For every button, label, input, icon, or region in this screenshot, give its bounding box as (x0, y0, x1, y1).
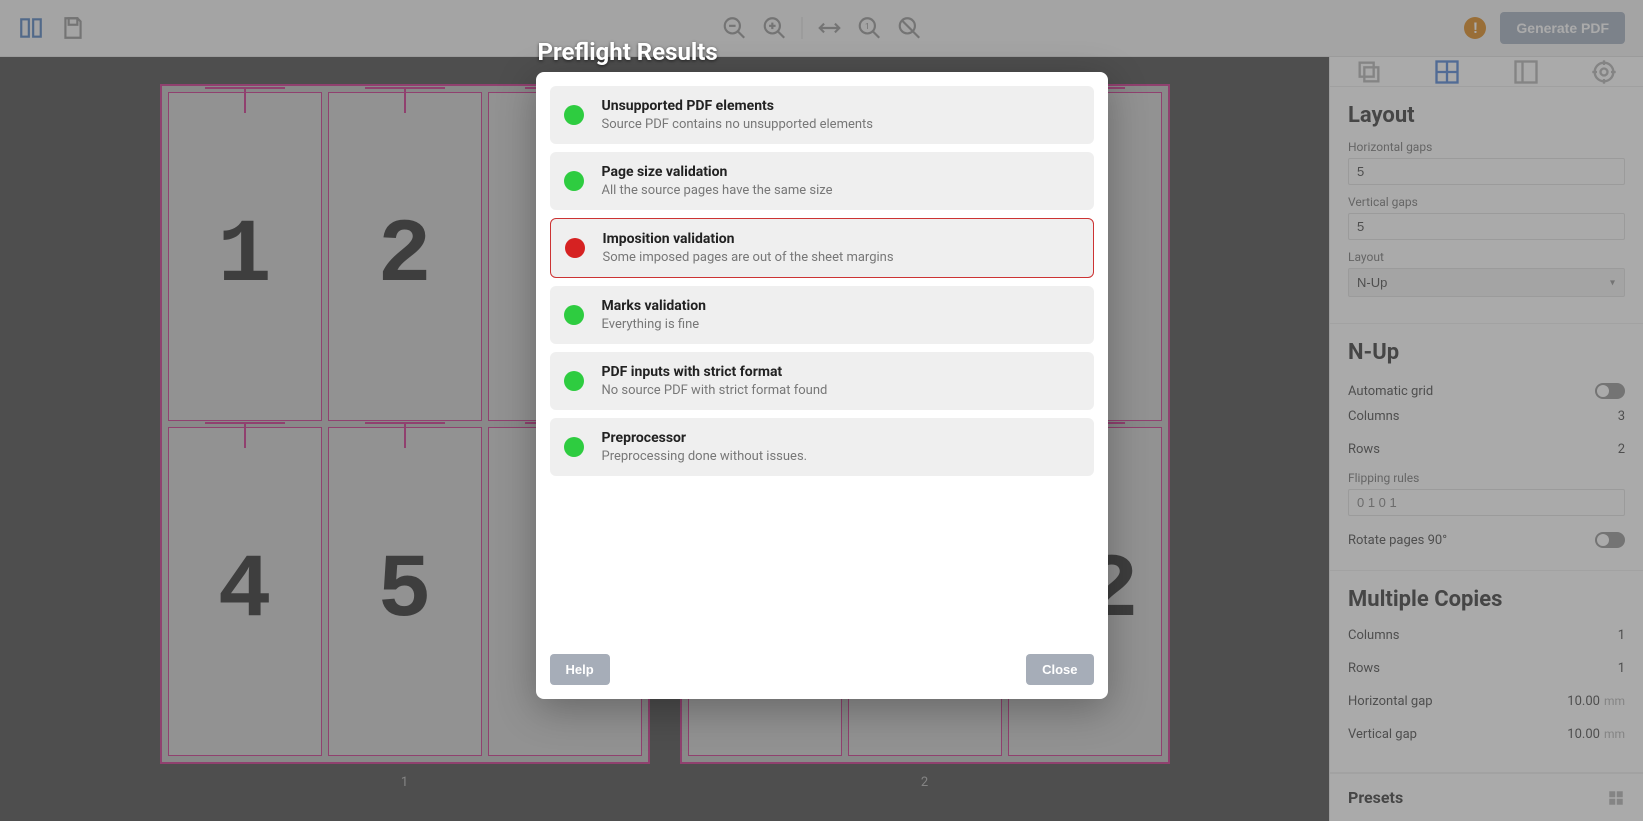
preflight-result-row[interactable]: Preprocessor Preprocessing done without i… (550, 418, 1094, 476)
results-list: Unsupported PDF elements Source PDF conta… (550, 86, 1094, 484)
status-ok-icon (564, 171, 584, 191)
result-title: PDF inputs with strict format (602, 364, 828, 380)
result-title: Page size validation (602, 164, 833, 180)
modal-title: Preflight Results (536, 38, 1108, 66)
result-subtitle: Some imposed pages are out of the sheet … (603, 250, 894, 265)
result-subtitle: Source PDF contains no unsupported eleme… (602, 117, 874, 132)
result-subtitle: All the source pages have the same size (602, 183, 833, 198)
preflight-modal: Unsupported PDF elements Source PDF conta… (536, 72, 1108, 699)
status-ok-icon (564, 371, 584, 391)
modal-overlay[interactable]: Preflight Results Unsupported PDF elemen… (0, 0, 1643, 821)
result-subtitle: Everything is fine (602, 317, 706, 332)
modal-spacer (550, 492, 1094, 642)
preflight-result-row[interactable]: Imposition validation Some imposed pages … (550, 218, 1094, 278)
result-title: Preprocessor (602, 430, 808, 446)
close-button[interactable]: Close (1026, 654, 1093, 685)
status-ok-icon (564, 305, 584, 325)
preflight-result-row[interactable]: Marks validation Everything is fine (550, 286, 1094, 344)
result-title: Marks validation (602, 298, 706, 314)
status-ok-icon (564, 437, 584, 457)
status-ok-icon (564, 105, 584, 125)
result-subtitle: Preprocessing done without issues. (602, 449, 808, 464)
status-error-icon (565, 238, 585, 258)
preflight-result-row[interactable]: Unsupported PDF elements Source PDF conta… (550, 86, 1094, 144)
result-title: Unsupported PDF elements (602, 98, 874, 114)
result-subtitle: No source PDF with strict format found (602, 383, 828, 398)
preflight-result-row[interactable]: PDF inputs with strict format No source P… (550, 352, 1094, 410)
result-title: Imposition validation (603, 231, 894, 247)
preflight-result-row[interactable]: Page size validation All the source pages… (550, 152, 1094, 210)
help-button[interactable]: Help (550, 654, 610, 685)
